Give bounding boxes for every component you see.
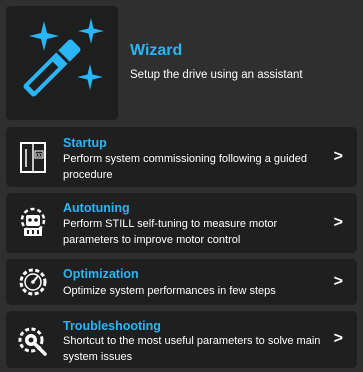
elevator-icon: 00 — [16, 140, 50, 174]
elevator-floor-label: 00 — [36, 153, 42, 159]
wizard-header: Wizard Setup the drive using an assistan… — [6, 6, 357, 120]
wizard-item-startup[interactable]: 00 Startup Perform system commissioning … — [6, 127, 357, 187]
wizard-item-troubleshooting[interactable]: Troubleshooting Shortcut to the most use… — [6, 311, 357, 368]
chevron-right-icon: > — [333, 273, 343, 290]
wizard-item-optimization[interactable]: Optimization Optimize system performance… — [6, 259, 357, 305]
autotuning-description: Perform STILL self-tuning to measure mot… — [63, 218, 278, 246]
chevron-right-icon: > — [333, 148, 343, 165]
wrench-gear-icon — [16, 323, 50, 357]
troubleshooting-description: Shortcut to the most useful parameters t… — [63, 335, 321, 363]
optimization-title: Optimization — [63, 267, 139, 281]
wizard-subtitle: Setup the drive using an assistant — [130, 69, 303, 81]
autotuning-title: Autotuning — [63, 201, 130, 215]
chevron-right-icon: > — [333, 330, 343, 347]
wizard-title: Wizard — [130, 42, 183, 59]
wizard-hero-tile — [6, 6, 118, 120]
startup-description: Perform system commissioning following a… — [63, 153, 307, 181]
robot-gear-icon — [16, 206, 50, 240]
troubleshooting-title: Troubleshooting — [63, 319, 161, 333]
optimization-description: Optimize system performances in few step… — [63, 285, 276, 297]
magic-wand-icon — [23, 18, 104, 97]
wizard-screen: Wizard Setup the drive using an assistan… — [0, 0, 363, 372]
chevron-right-icon: > — [333, 214, 343, 231]
wizard-item-autotuning[interactable]: Autotuning Perform STILL self-tuning to … — [6, 193, 357, 253]
gauge-gear-icon — [16, 265, 50, 299]
startup-title: Startup — [63, 136, 107, 150]
